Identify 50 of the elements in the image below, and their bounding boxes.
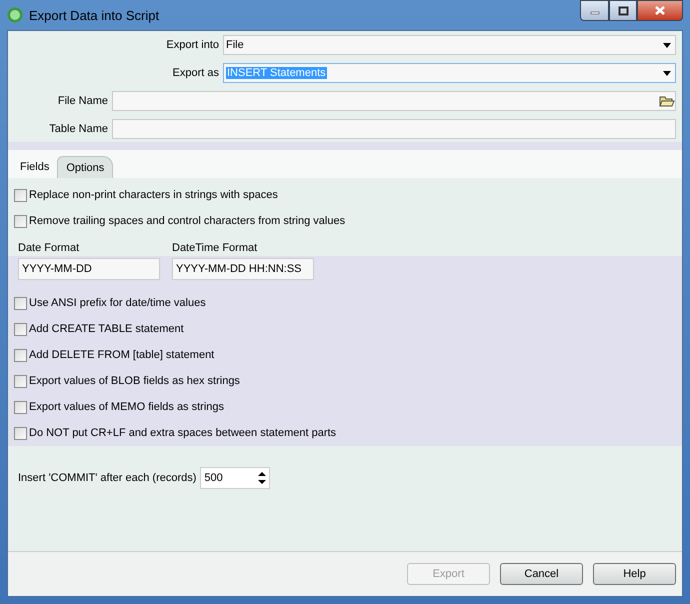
app-icon [7, 7, 23, 23]
checkbox[interactable] [14, 296, 27, 310]
checkbox-option[interactable]: Remove trailing spaces and control characters from string values [14, 208, 676, 234]
checkbox[interactable] [14, 348, 27, 362]
close-button[interactable] [637, 0, 683, 21]
checkbox[interactable] [14, 188, 27, 202]
checkbox-option[interactable]: Add CREATE TABLE statement [14, 316, 676, 342]
field-label: DateTime Format [172, 241, 258, 256]
field-label: File Name [56, 95, 109, 107]
checkbox[interactable] [14, 426, 27, 440]
checkbox-label: Replace non-print characters in strings with spaces [29, 189, 278, 201]
checkbox-option[interactable]: Replace non-print characters in strings with spaces [14, 182, 676, 208]
maximize-button[interactable] [609, 0, 637, 21]
checkbox-label: Remove trailing spaces and control characters from string values [29, 215, 346, 227]
checkbox-option[interactable]: Use ANSI prefix for date/time values [14, 290, 676, 316]
checkbox-label: Export values of MEMO fields as strings [29, 401, 224, 413]
field-label: Insert 'COMMIT' after each (records) [18, 472, 196, 484]
checkbox-option[interactable]: Add DELETE FROM [table] statement [14, 342, 676, 368]
folder-icon[interactable] [659, 94, 675, 108]
maximize-icon [618, 6, 628, 16]
dropdown-arrow-icon [663, 70, 671, 76]
minimize-button[interactable] [580, 0, 609, 21]
input-field[interactable]: YYYY-MM-DD [18, 258, 160, 280]
checkbox[interactable] [14, 374, 27, 388]
close-icon [654, 5, 666, 16]
input-field[interactable]: YYYY-MM-DD HH:NN:SS [172, 258, 314, 280]
dropdown[interactable]: File [223, 35, 676, 55]
input-field[interactable] [112, 91, 676, 111]
checkbox-option[interactable]: Export values of BLOB fields as hex strings [14, 368, 676, 394]
checkbox-label: Use ANSI prefix for date/time values [29, 297, 206, 309]
checkbox-label: Add CREATE TABLE statement [29, 323, 184, 335]
dialog-button[interactable]: Help [593, 563, 676, 585]
checkbox[interactable] [14, 322, 27, 336]
checkbox[interactable] [14, 400, 27, 414]
checkbox[interactable] [14, 214, 27, 228]
checkbox-option[interactable]: Export values of MEMO fields as strings [14, 394, 676, 420]
field-label: Table Name [48, 123, 109, 135]
field-label: Export as [172, 67, 220, 79]
field-label: Date Format [18, 241, 80, 256]
dropdown-arrow-icon [663, 42, 671, 48]
checkbox-label: Export values of BLOB fields as hex strings [29, 375, 240, 387]
checkbox-label: Add DELETE FROM [table] statement [29, 349, 214, 361]
input-field[interactable] [112, 119, 676, 139]
tab[interactable]: Options [57, 156, 114, 178]
field-label: Export into [165, 39, 220, 51]
window-title: Export Data into Script [29, 8, 160, 22]
dialog-button[interactable]: Cancel [500, 563, 583, 585]
number-spinner[interactable]: 500 [200, 467, 270, 489]
checkbox-option[interactable]: Do NOT put CR+LF and extra spaces between statement parts [14, 420, 676, 446]
checkbox-label: Do NOT put CR+LF and extra spaces between statement parts [29, 427, 336, 439]
